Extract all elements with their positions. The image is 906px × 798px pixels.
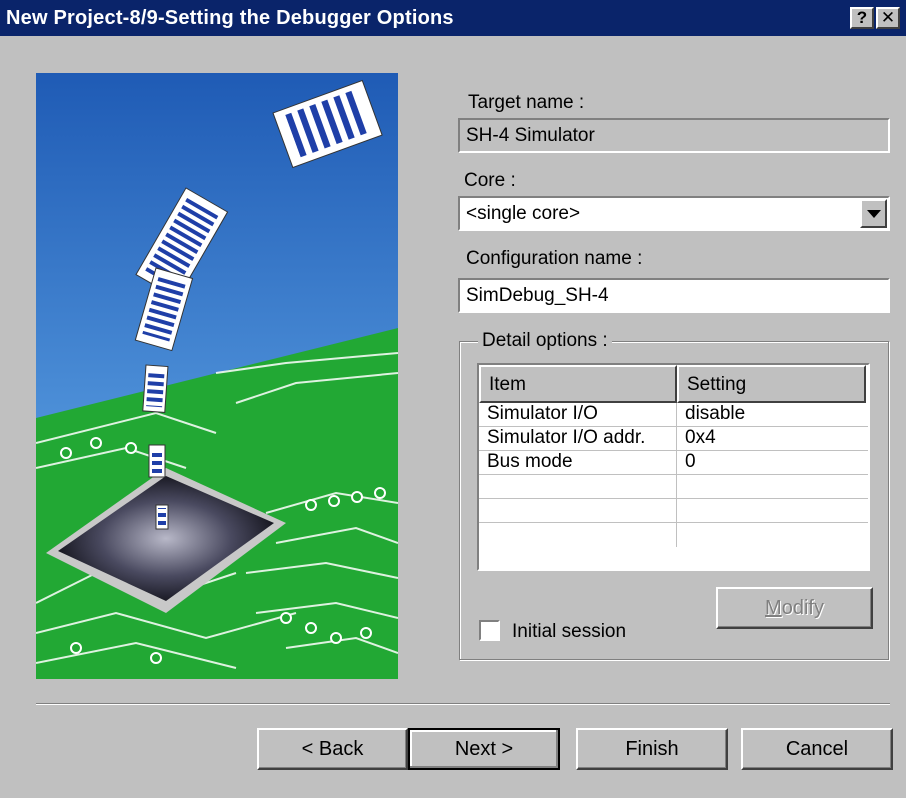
table-cell: disable	[685, 403, 746, 424]
close-button[interactable]: ✕	[876, 7, 900, 29]
modify-accelerator: M	[765, 597, 782, 619]
table-cell: Bus mode	[479, 451, 677, 474]
help-button[interactable]: ?	[850, 7, 874, 29]
configuration-name-label: Configuration name :	[466, 248, 643, 269]
table-cell	[479, 499, 677, 522]
table-cell: 0	[685, 451, 696, 472]
core-dropdown-value: <single core>	[466, 203, 581, 224]
configuration-name-input[interactable]: SimDebug_SH-4	[458, 278, 890, 313]
core-label: Core :	[464, 170, 516, 191]
table-row[interactable]: Bus mode 0	[479, 451, 868, 475]
target-name-label: Target name :	[468, 92, 585, 113]
table-cell: 0x4	[685, 427, 716, 448]
table-row[interactable]	[479, 475, 868, 499]
next-button[interactable]: Next >	[408, 728, 560, 770]
table-cell	[677, 475, 866, 498]
finish-button[interactable]: Finish	[576, 728, 728, 770]
table-row[interactable]: Simulator I/O addr. 0x4	[479, 427, 868, 451]
table-row[interactable]: Simulator I/O disable	[479, 403, 868, 427]
table-cell	[677, 499, 866, 522]
wizard-illustration	[36, 73, 398, 679]
table-row[interactable]	[479, 523, 868, 547]
footer-separator	[36, 703, 890, 705]
table-cell	[479, 523, 677, 547]
cancel-button[interactable]: Cancel	[741, 728, 893, 770]
table-cell: Simulator I/O	[479, 403, 677, 426]
window-title: New Project-8/9-Setting the Debugger Opt…	[6, 6, 454, 29]
chevron-down-icon[interactable]	[860, 199, 887, 228]
title-bar[interactable]: New Project-8/9-Setting the Debugger Opt…	[0, 0, 906, 36]
initial-session-label[interactable]: Initial session	[512, 621, 626, 643]
table-header: Item Setting	[479, 365, 868, 403]
column-header-item[interactable]: Item	[479, 365, 677, 403]
table-cell: Simulator I/O addr.	[479, 427, 677, 450]
initial-session-checkbox[interactable]	[479, 620, 500, 641]
detail-options-legend: Detail options :	[478, 330, 612, 352]
core-dropdown[interactable]: <single core>	[458, 196, 890, 231]
column-header-setting[interactable]: Setting	[677, 365, 866, 403]
target-name-field: SH-4 Simulator	[458, 118, 890, 153]
table-cell	[677, 523, 866, 547]
back-button[interactable]: < Back	[257, 728, 408, 770]
modify-button[interactable]: Modify	[716, 587, 873, 629]
table-cell	[479, 475, 677, 498]
detail-options-table[interactable]: Item Setting Simulator I/O disable Simul…	[477, 363, 870, 571]
modify-label: odify	[781, 597, 824, 619]
table-row[interactable]	[479, 499, 868, 523]
